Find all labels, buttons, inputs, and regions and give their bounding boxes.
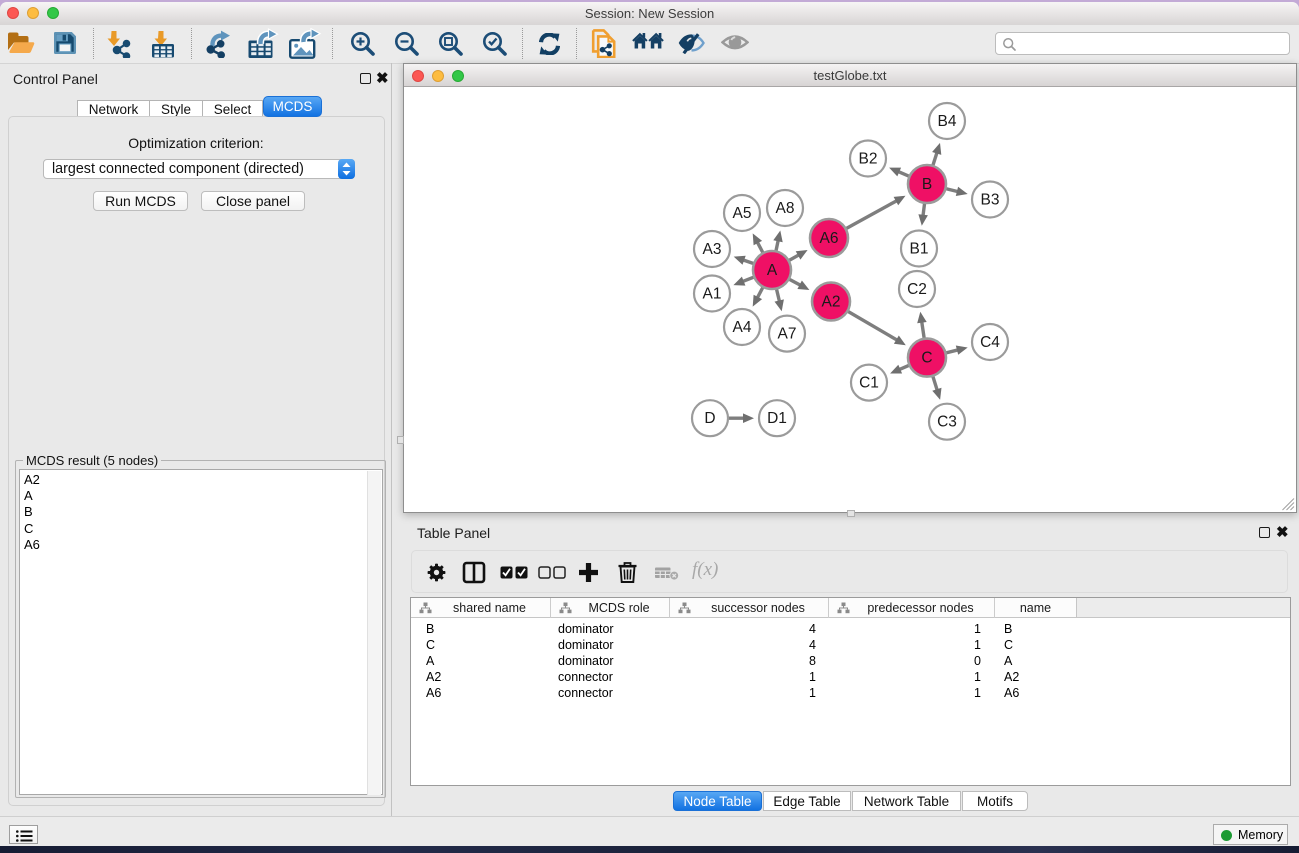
svg-text:B2: B2 — [859, 151, 878, 168]
svg-text:D: D — [704, 410, 715, 427]
svg-text:B3: B3 — [981, 192, 1000, 209]
svg-text:A1: A1 — [703, 286, 722, 303]
svg-text:C3: C3 — [937, 414, 957, 431]
svg-text:A5: A5 — [733, 205, 752, 222]
svg-text:A7: A7 — [778, 326, 797, 343]
svg-text:A: A — [767, 262, 778, 279]
svg-text:A4: A4 — [733, 319, 752, 336]
svg-text:D1: D1 — [767, 410, 787, 427]
svg-text:A8: A8 — [776, 200, 795, 217]
svg-text:B: B — [922, 176, 932, 193]
svg-text:A2: A2 — [822, 294, 841, 311]
svg-text:A6: A6 — [820, 230, 839, 247]
svg-text:C4: C4 — [980, 334, 1000, 351]
svg-text:C2: C2 — [907, 281, 927, 298]
svg-text:B1: B1 — [910, 241, 929, 258]
svg-text:A3: A3 — [703, 241, 722, 258]
svg-text:B4: B4 — [938, 113, 957, 130]
svg-text:C: C — [921, 350, 932, 367]
svg-text:C1: C1 — [859, 375, 879, 392]
